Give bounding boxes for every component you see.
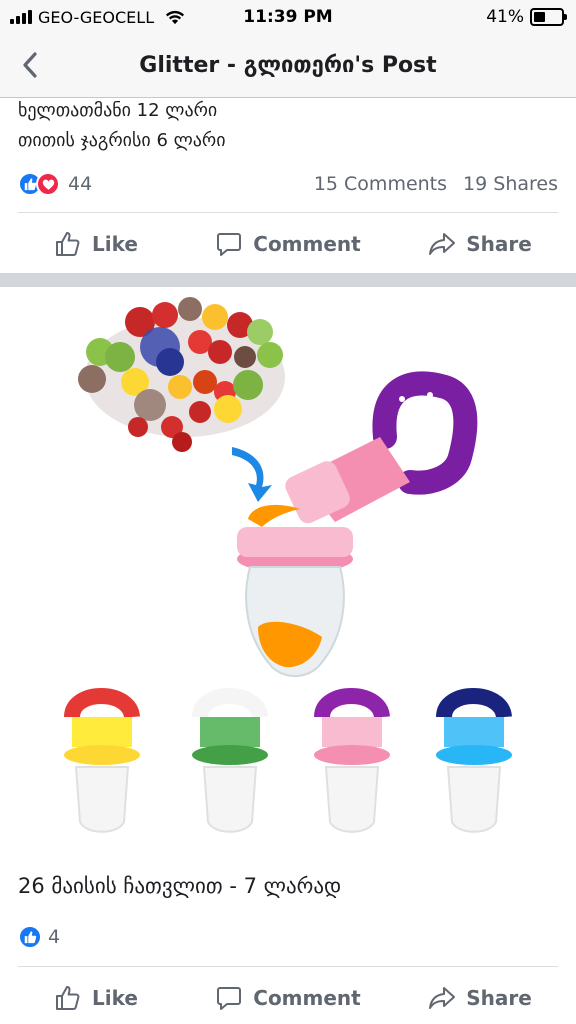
status-bar: GEO-GEOCELL 11:39 PM 41% [0, 0, 576, 34]
comment-icon [217, 233, 242, 256]
thumbs-up-icon [56, 986, 80, 1010]
share-button[interactable]: Share [384, 230, 576, 258]
post-counts: 15 Comments 19 Shares [314, 173, 558, 195]
main-feeder [237, 371, 478, 677]
post-text-line: თითის ჯაგრისი 6 ლარი [18, 130, 226, 151]
share-icon [429, 987, 456, 1009]
like-button[interactable]: Like [0, 984, 192, 1012]
post-engagement-row: 44 15 Comments 19 Shares [18, 170, 558, 198]
like-label: Like [92, 986, 138, 1010]
post-action-bar: Like Comment Share [0, 215, 576, 273]
share-icon [429, 233, 456, 255]
post-text: ხელთათმანი 12 ლარი თითის ჯაგრისი 6 ლარი [18, 96, 226, 156]
comments-count[interactable]: 15 Comments [314, 173, 447, 195]
divider [18, 212, 558, 213]
like-label: Like [92, 232, 138, 256]
feed-separator [0, 273, 576, 287]
photo-caption: 26 მაისის ჩათვლით - 7 ლარად [18, 874, 342, 898]
page-title: Glitter - გლითერი's Post [139, 53, 437, 78]
battery-fill [534, 12, 545, 22]
share-label: Share [466, 986, 532, 1010]
love-icon[interactable] [36, 172, 60, 196]
thumbs-up-icon [56, 232, 80, 256]
battery-percent: 41% [486, 7, 524, 27]
comment-icon [217, 987, 242, 1010]
like-icon[interactable] [18, 925, 42, 949]
comment-label: Comment [253, 232, 361, 256]
divider [18, 966, 558, 967]
reaction-count[interactable]: 4 [48, 926, 60, 948]
comment-label: Comment [253, 986, 361, 1010]
share-button[interactable]: Share [384, 984, 576, 1012]
baby-fruit-feeder-image [64, 297, 512, 833]
small-feeder-green [192, 688, 268, 833]
small-feeder-red [64, 688, 140, 833]
photo-action-bar: Like Comment Share [0, 969, 576, 1024]
chevron-left-icon [23, 52, 37, 78]
like-button[interactable]: Like [0, 230, 192, 258]
shares-count[interactable]: 19 Shares [463, 173, 558, 195]
carrier-name: GEO-GEOCELL [38, 7, 155, 27]
comment-button[interactable]: Comment [192, 230, 384, 258]
post-text-line: ხელთათმანი 12 ლარი [18, 100, 218, 121]
comment-button[interactable]: Comment [192, 984, 384, 1012]
photo-engagement-row: 4 [18, 925, 60, 949]
wifi-icon [166, 10, 185, 25]
back-button[interactable] [14, 48, 46, 82]
reaction-count[interactable]: 44 [68, 173, 92, 195]
battery-icon [530, 8, 567, 26]
battery-status: 41% [486, 7, 567, 27]
post-photo[interactable] [0, 287, 576, 859]
navigation-bar: Glitter - გლითერი's Post [0, 34, 576, 98]
fruit-pile [78, 297, 285, 452]
signal-strength-icon [10, 10, 32, 24]
small-feeder-purple [314, 688, 390, 833]
small-feeder-blue [436, 688, 512, 833]
share-label: Share [466, 232, 532, 256]
arrow-icon [232, 447, 272, 502]
